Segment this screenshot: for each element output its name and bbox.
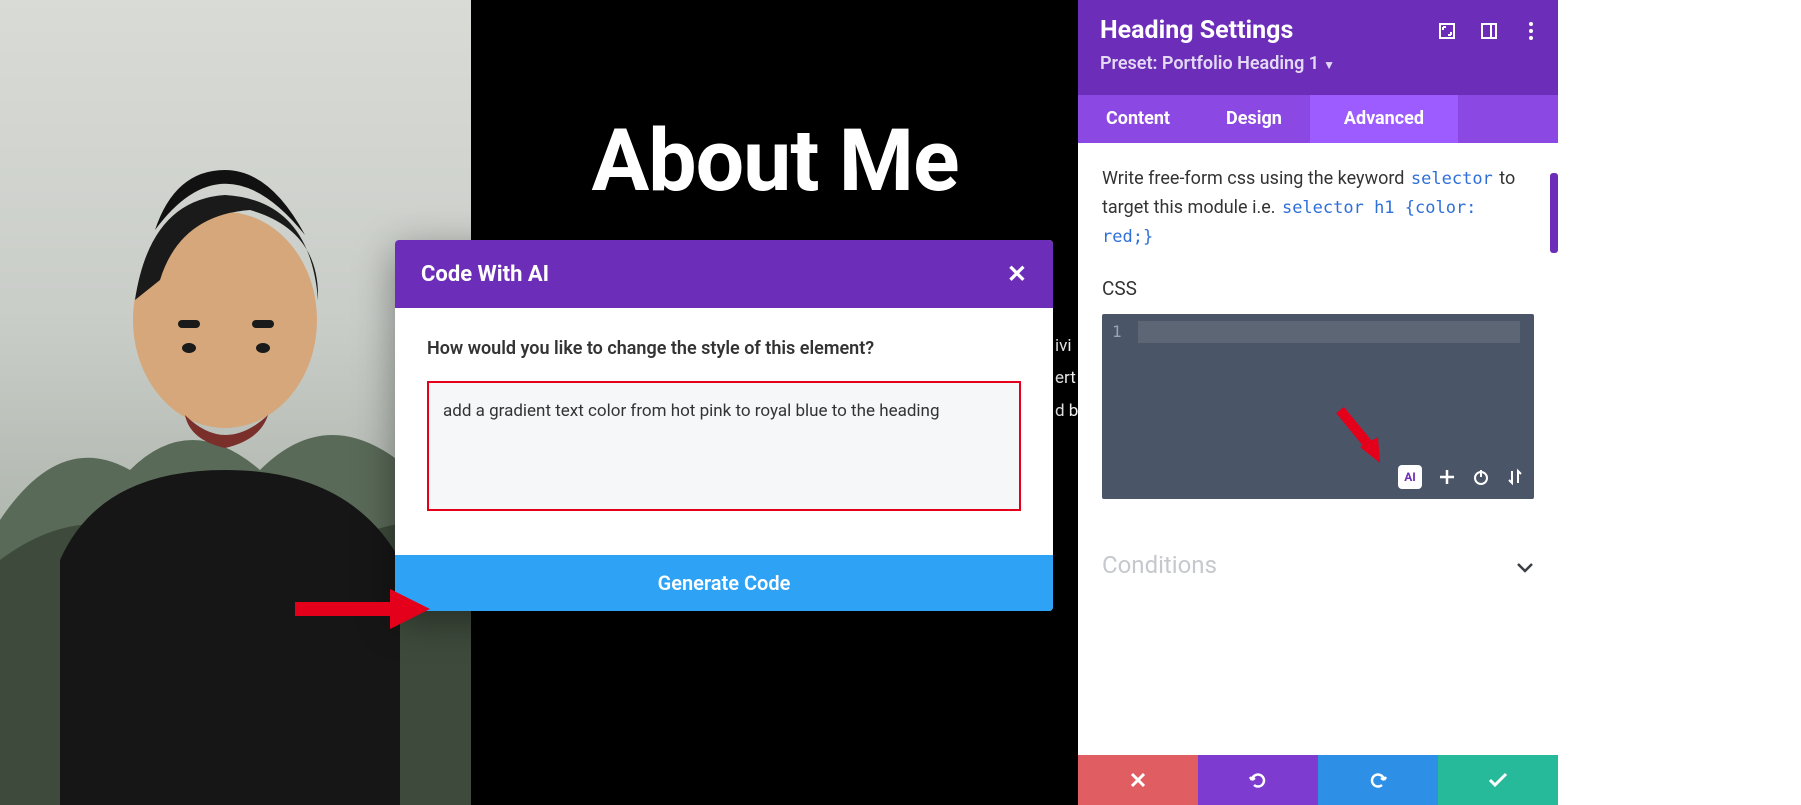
ai-modal-title: Code With AI — [421, 262, 549, 287]
undo-button[interactable] — [1198, 755, 1318, 805]
scrollbar[interactable] — [1550, 173, 1558, 253]
css-label: CSS — [1102, 277, 1534, 300]
layout-icon[interactable] — [1480, 22, 1498, 40]
sort-icon[interactable] — [1506, 468, 1524, 486]
tab-design[interactable]: Design — [1198, 95, 1310, 143]
heading-settings-panel: Heading Settings Preset: Portfolio Headi… — [1078, 0, 1558, 805]
css-editor[interactable]: 1 AI — [1102, 314, 1534, 499]
tab-advanced[interactable]: Advanced — [1310, 95, 1458, 143]
ai-modal-question: How would you like to change the style o… — [427, 338, 1021, 359]
close-icon[interactable]: ✕ — [1007, 260, 1027, 288]
preset-selector[interactable]: Preset: Portfolio Heading 1▼ — [1100, 53, 1536, 74]
css-hint-text: Write free-form css using the keyword se… — [1102, 165, 1534, 251]
cancel-button[interactable] — [1078, 755, 1198, 805]
power-icon[interactable] — [1472, 468, 1490, 486]
editor-line-number: 1 — [1112, 322, 1122, 341]
generate-code-button[interactable]: Generate Code — [395, 555, 1053, 611]
page-heading: About Me — [475, 110, 1075, 211]
expand-icon[interactable] — [1438, 22, 1456, 40]
settings-tabs: Content Design Advanced — [1078, 95, 1558, 143]
conditions-section[interactable]: Conditions — [1102, 551, 1534, 579]
tab-content[interactable]: Content — [1078, 95, 1198, 143]
chevron-down-icon — [1516, 551, 1534, 579]
editor-active-line — [1138, 321, 1520, 343]
redo-button[interactable] — [1318, 755, 1438, 805]
caret-down-icon: ▼ — [1323, 58, 1335, 72]
code-with-ai-modal: Code With AI ✕ How would you like to cha… — [395, 240, 1053, 611]
ai-prompt-input[interactable] — [427, 381, 1021, 511]
add-icon[interactable] — [1438, 468, 1456, 486]
page-body-fragment: ivi ert d b — [1055, 330, 1078, 427]
save-button[interactable] — [1438, 755, 1558, 805]
ai-code-button[interactable]: AI — [1398, 465, 1422, 489]
more-icon[interactable] — [1522, 22, 1540, 40]
